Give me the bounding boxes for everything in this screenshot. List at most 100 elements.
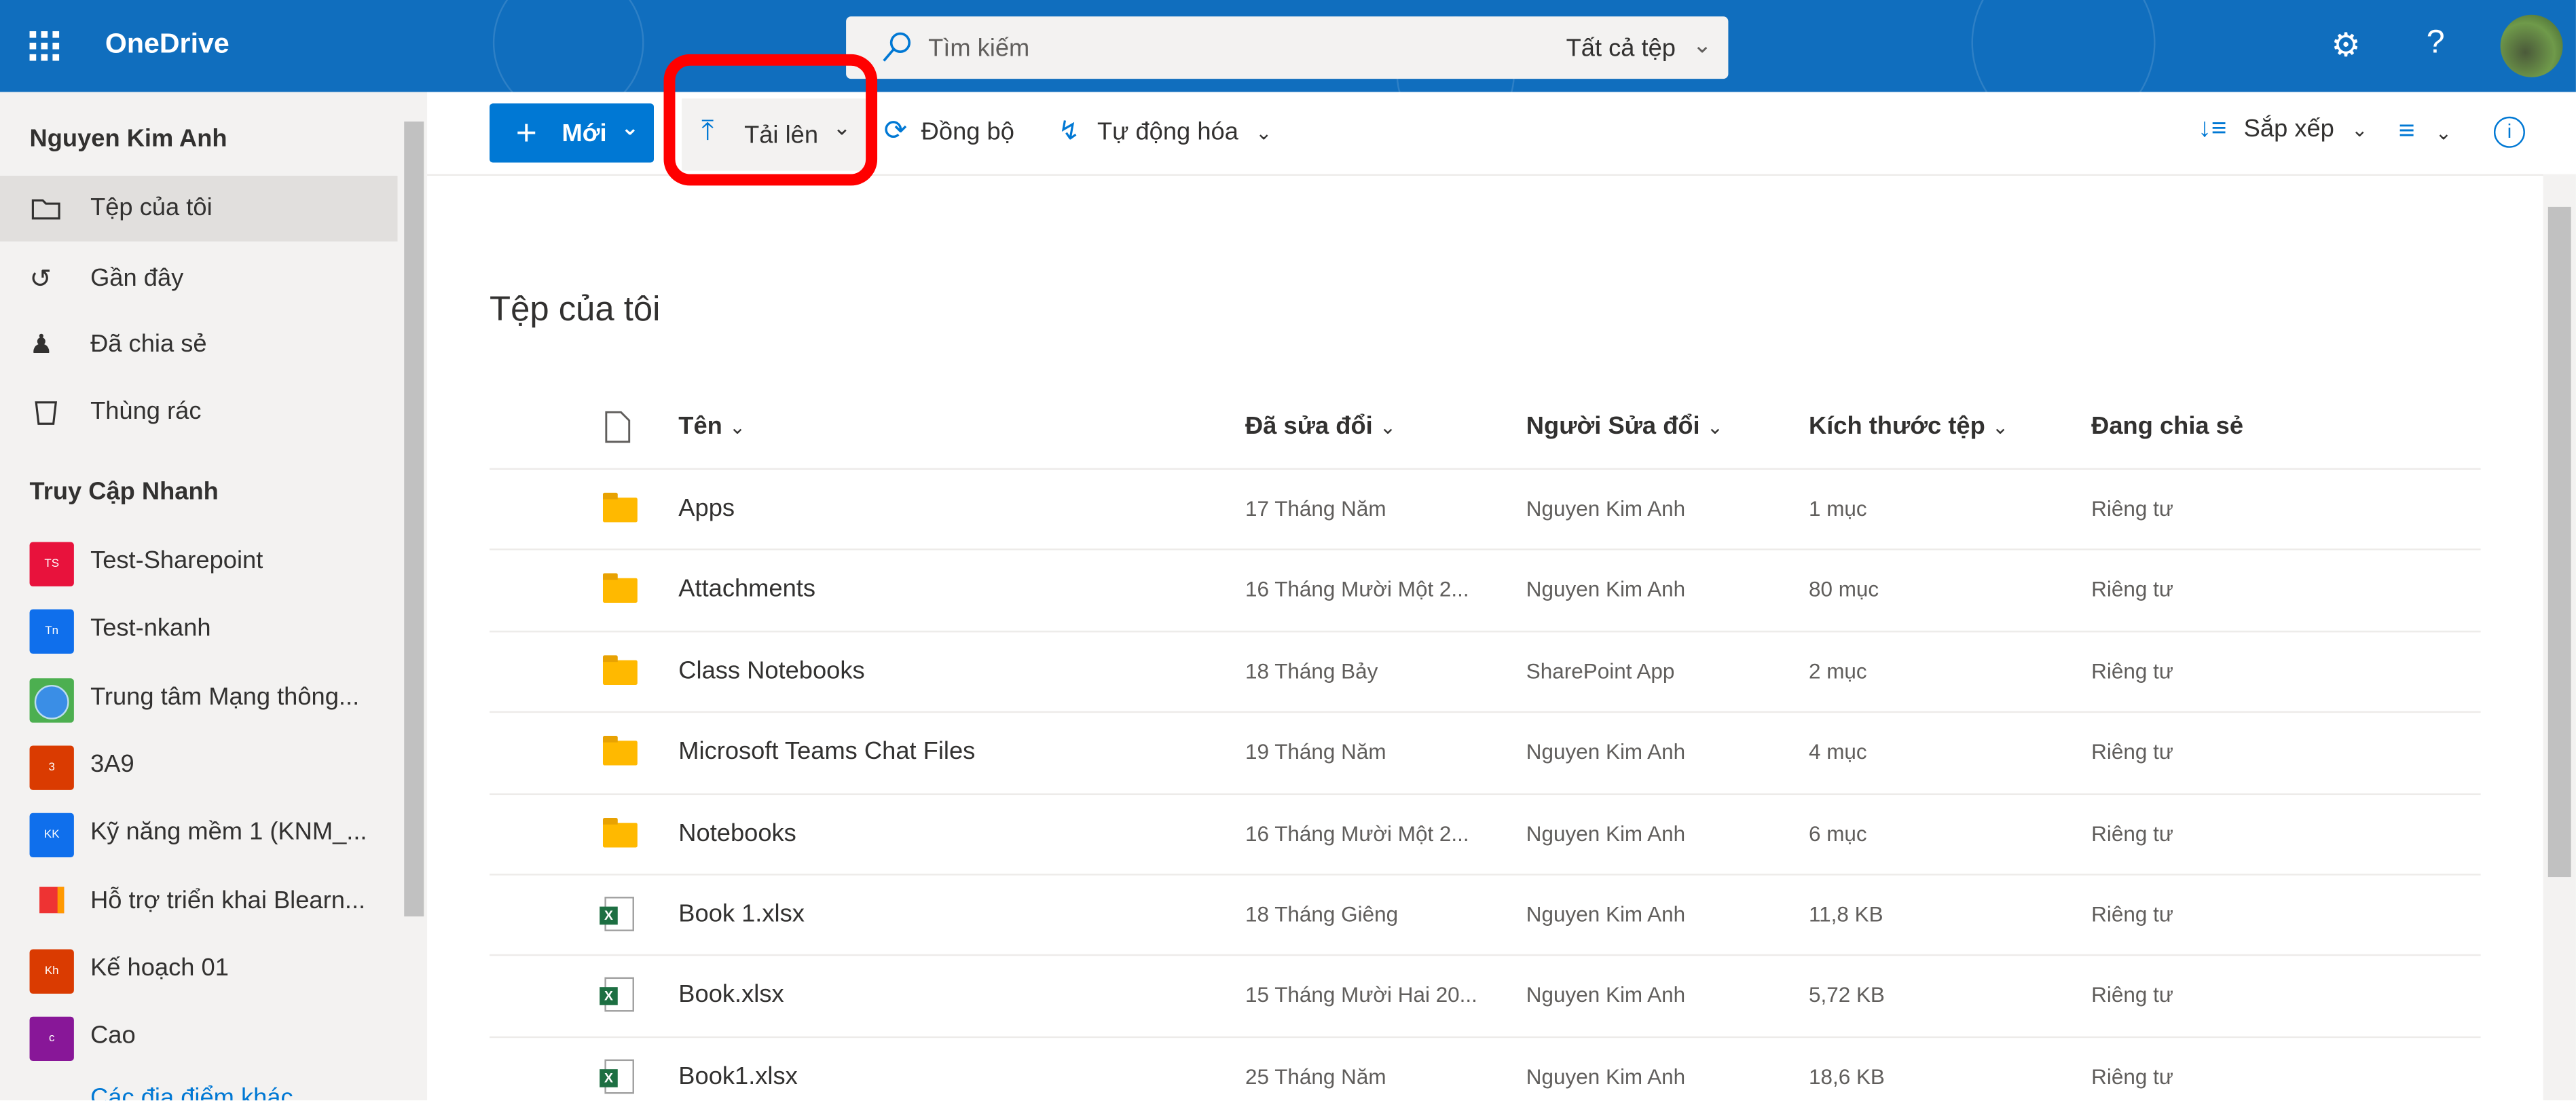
table-row[interactable]: X Book1.xlsx 25 Tháng Năm Nguyen Kim Anh 18,… [490,1036,2481,1100]
column-header-name[interactable]: Tên ⌄ [678,412,746,440]
list-view-icon: ≡ [2398,115,2415,147]
sharing-status: Riêng tư [2091,577,2173,602]
page-title: Tệp của tôi [490,291,661,329]
quick-access-item[interactable]: TS Test-Sharepoint [0,529,398,595]
table-row[interactable]: Attachments 16 Tháng Mười Một 2... Nguyen … [490,549,2481,631]
app-name[interactable]: OneDrive [105,28,229,60]
file-name[interactable]: Class Notebooks [678,656,864,684]
sync-button[interactable]: ⟳ Đồng bộ [884,115,1014,147]
chevron-down-icon: ⌄ [1379,415,1397,439]
table-row[interactable]: X Book 1.xlsx 18 Tháng Giêng Nguyen Kim Anh… [490,874,2481,956]
modified-date: 17 Tháng Năm [1245,496,1386,521]
modified-date: 18 Tháng Bảy [1245,658,1378,684]
quick-access-item[interactable]: Trung tâm Mạng thông... [0,665,398,730]
quick-access-item[interactable]: 3 3A9 [0,732,398,798]
folder-icon [602,574,638,603]
chevron-down-icon: ⌄ [729,415,746,439]
file-name[interactable]: Notebooks [678,819,796,846]
file-name[interactable]: Book.xlsx [678,981,784,1009]
search-icon [883,32,911,62]
highlight-box [663,54,878,186]
sidebar-scrollbar-thumb[interactable] [404,122,424,917]
search-scope[interactable]: Tất cả tệp [1566,35,1676,62]
app-launcher-icon[interactable] [29,31,60,61]
quick-access-label: Kế hoạch 01 [90,954,229,982]
quick-access-label: Kỹ năng mềm 1 (KNM_... [90,818,367,846]
chevron-down-icon: ⌄ [1255,122,1272,145]
site-logo-icon: c [29,1016,74,1062]
quick-access-item[interactable]: KK Kỹ năng mềm 1 (KNM_... [0,800,398,866]
modified-by: Nguyen Kim Anh [1526,982,1686,1008]
top-bar: OneDrive Tìm kiếm Tất cả tệp ⌄ ⚙ ? [0,0,2576,92]
column-header-modified-by[interactable]: Người Sửa đổi ⌄ [1526,412,1723,440]
user-name: Nguyen Kim Anh [29,124,227,153]
modified-date: 18 Tháng Giêng [1245,901,1399,927]
search-input[interactable]: Tìm kiếm [928,35,1029,62]
flow-icon: ↯ [1058,118,1080,147]
onedrive-window: OneDrive Tìm kiếm Tất cả tệp ⌄ ⚙ ? Nguye… [0,0,2576,1101]
modified-date: 25 Tháng Năm [1245,1064,1386,1089]
site-logo-icon: TS [29,542,74,586]
quick-access-label: Test-Sharepoint [90,546,263,575]
table-row[interactable]: Apps 17 Tháng Năm Nguyen Kim Anh 1 mục Riêng… [490,468,2481,550]
file-size: 11,8 KB [1808,901,1883,927]
sidebar-item-shared[interactable]: ♟ Đã chia sẻ [0,312,398,378]
sidebar-item-recycle-bin[interactable]: Thùng rác [0,379,398,445]
help-icon[interactable]: ? [2427,24,2445,62]
table-row[interactable]: Notebooks 16 Tháng Mười Một 2... Nguyen Ki… [490,792,2481,875]
gear-icon[interactable]: ⚙ [2331,24,2360,65]
folder-icon [602,817,638,847]
file-size: 1 mục [1808,496,1867,521]
file-name[interactable]: Book1.xlsx [678,1062,798,1090]
sharing-status: Riêng tư [2091,901,2173,927]
folder-icon [602,654,638,685]
column-header-modified[interactable]: Đã sửa đổi ⌄ [1245,412,1396,440]
modified-by: Nguyen Kim Anh [1526,739,1686,764]
view-options-button[interactable]: ≡ ⌄ [2399,115,2452,147]
table-row[interactable]: Class Notebooks 18 Tháng Bảy SharePoint Ap… [490,630,2481,713]
new-button[interactable]: + Mới ⌄ [490,103,655,163]
file-name[interactable]: Microsoft Teams Chat Files [678,738,975,766]
excel-file-icon: X [600,1059,634,1094]
file-size: 5,72 KB [1808,982,1885,1008]
info-icon[interactable]: i [2493,116,2525,148]
sharing-status: Riêng tư [2091,1064,2173,1089]
column-header-file-size[interactable]: Kích thước tệp ⌄ [1809,412,2008,440]
main-scrollbar-thumb[interactable] [2547,206,2571,878]
quick-access-item[interactable]: Tn Test-nkanh [0,597,398,663]
site-logo-icon: KK [29,813,74,858]
folder-icon [602,492,638,523]
sharing-status: Riêng tư [2091,496,2173,521]
more-places-link[interactable]: Các địa điểm khác [90,1084,293,1100]
quick-access-item[interactable]: Hỗ trợ triển khai Blearn... [0,868,398,934]
sharing-status: Riêng tư [2091,982,2173,1008]
sidebar-item-my-files[interactable]: Tệp của tôi [0,175,398,242]
chevron-down-icon: ⌄ [2351,118,2368,142]
file-name[interactable]: Book 1.xlsx [678,900,805,928]
people-icon: ♟ [29,331,54,360]
site-logo-icon: 3 [29,745,74,790]
file-type-header-icon [605,411,631,443]
quick-access-item[interactable]: c Cao [0,1004,398,1070]
plus-icon: + [515,111,537,153]
avatar[interactable] [2500,14,2563,77]
table-row[interactable]: X Book.xlsx 15 Tháng Mười Hai 20... Nguyen … [490,954,2481,1037]
sort-button[interactable]: ↓≡ Sắp xếp ⌄ [2198,115,2368,145]
modified-by: Nguyen Kim Anh [1526,1064,1686,1089]
history-icon: ↺ [29,265,52,295]
quick-access-label: 3A9 [90,750,134,779]
sort-icon: ↓≡ [2198,115,2227,143]
file-name[interactable]: Attachments [678,576,815,603]
chevron-down-icon[interactable]: ⌄ [1693,31,1712,59]
file-name[interactable]: Apps [678,494,735,522]
modified-date: 16 Tháng Mười Một 2... [1245,820,1469,846]
file-size: 80 mục [1808,577,1879,602]
search-box[interactable]: Tìm kiếm Tất cả tệp ⌄ [846,16,1729,79]
modified-by: Nguyen Kim Anh [1526,577,1686,602]
automate-button[interactable]: ↯ Tự động hóa ⌄ [1058,115,1272,147]
table-row[interactable]: Microsoft Teams Chat Files 19 Tháng Năm Ng… [490,711,2481,794]
quick-access-item[interactable]: Kh Kế hoạch 01 [0,936,398,1002]
column-header-sharing[interactable]: Đang chia sẻ [2091,412,2243,440]
sidebar-item-recent[interactable]: ↺ Gần đây [0,246,398,312]
file-size: 6 mục [1808,820,1867,846]
